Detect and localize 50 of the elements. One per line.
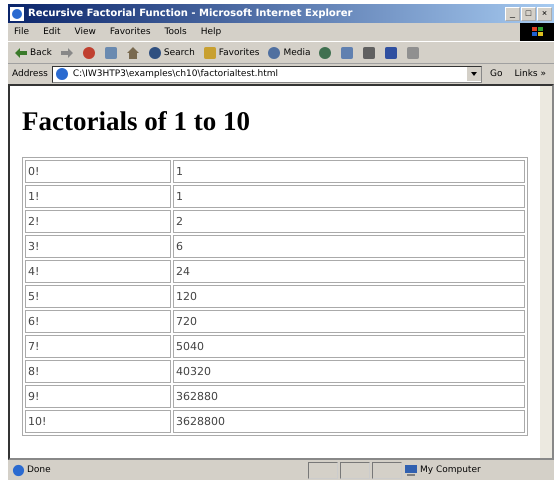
computer-icon [404,464,418,476]
table-cell: 1 [173,160,525,183]
table-cell: 40320 [173,360,525,383]
table-cell: 6 [173,235,525,258]
menu-item[interactable]: Favorites [110,27,151,37]
table-cell: 1! [25,185,171,208]
window-control-button[interactable]: _ [505,6,520,20]
go-button[interactable]: Go [486,69,506,79]
menu-item[interactable]: View [74,27,96,37]
table-cell: 2 [173,210,525,233]
links-button[interactable]: Links » [510,69,550,79]
address-label: Address [12,69,48,79]
table-cell: 8! [25,360,171,383]
table-cell: 1 [173,185,525,208]
toolbar-button[interactable]: Media [265,46,312,60]
menu-item[interactable]: Tools [164,27,187,37]
menu-item[interactable]: File [14,27,30,37]
table-cell: 362880 [173,385,525,408]
menu-item[interactable]: Edit [43,27,60,37]
windows-logo-icon [520,23,554,41]
toolbar-button[interactable]: Back [12,46,54,60]
forward-arrow-icon [60,46,74,60]
page-heading: Factorials of 1 to 10 [22,106,251,137]
toolbar-button[interactable]: Search [146,46,197,60]
table-cell: 9! [25,385,171,408]
table-cell: 6! [25,310,171,333]
home-icon [126,46,140,60]
back-arrow-icon [14,46,28,60]
table-cell: 120 [173,285,525,308]
address-field[interactable]: C:\IW3HTP3\examples\ch10\factorialtest.html [52,66,482,82]
window-title: Recursive Factorial Function - Microsoft Internet Explorer [28,8,354,19]
table-cell: 720 [173,310,525,333]
status-text: Done [27,465,52,475]
table-cell: 0! [25,160,171,183]
scroll-bar[interactable] [540,86,552,458]
table-cell: 5! [25,285,171,308]
dropdown-icon[interactable] [467,67,482,81]
table-cell: 7! [25,335,171,358]
toolbar-button[interactable]: Favorites [200,46,262,60]
window-control-button[interactable]: × [537,6,552,20]
table-cell: 5040 [173,335,525,358]
table-cell: 10! [25,410,171,433]
window-control-button[interactable]: □ [521,6,536,20]
menu-item[interactable]: Help [200,27,222,37]
table-cell: 4! [25,260,171,283]
table-cell: 24 [173,260,525,283]
table-cell: 2! [25,210,171,233]
table-cell: 3! [25,235,171,258]
zone-indicator: My Computer [420,465,482,475]
table-cell: 3628800 [173,410,525,433]
